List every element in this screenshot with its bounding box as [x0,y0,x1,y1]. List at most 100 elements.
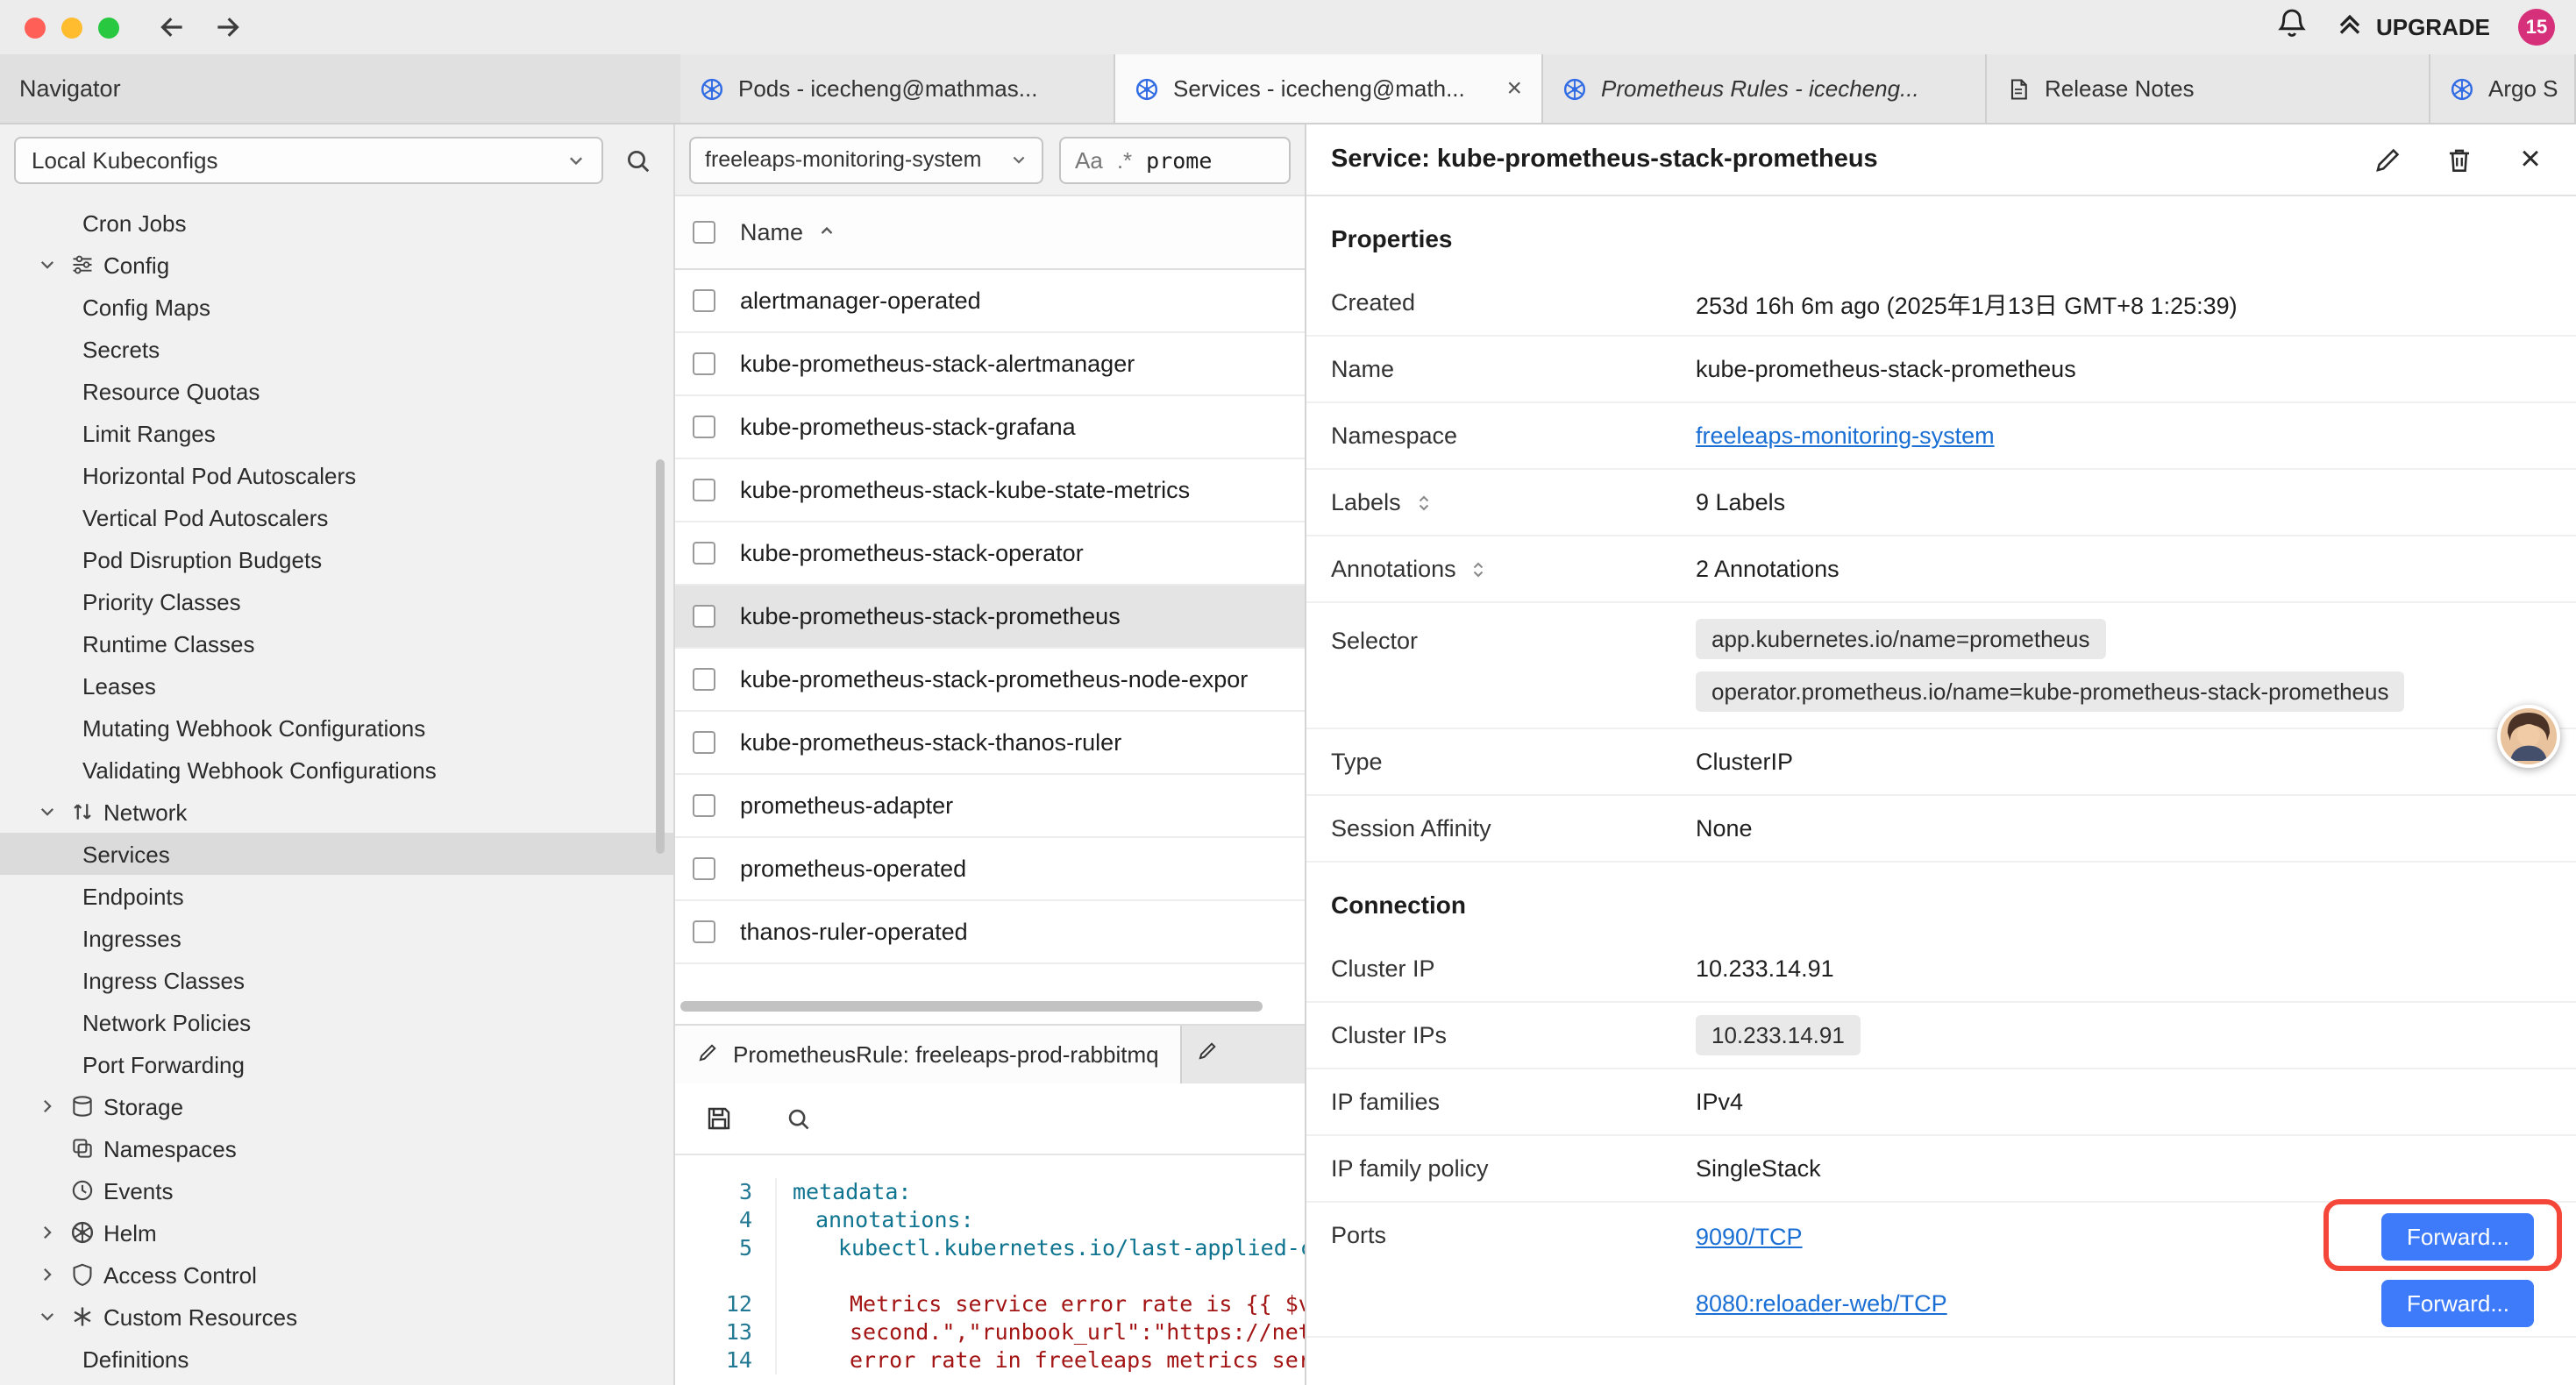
table-row[interactable]: kube-prometheus-stack-operator [675,522,1305,586]
row-checkbox[interactable] [693,289,715,312]
trash-icon[interactable] [2437,138,2480,181]
table-row[interactable]: kube-prometheus-stack-thanos-ruler [675,712,1305,775]
row-checkbox[interactable] [693,352,715,375]
tab-release-notes[interactable]: Release Notes [1987,54,2430,123]
port-link[interactable]: 8080:reloader-web/TCP [1696,1289,1947,1316]
minimize-window-button[interactable] [61,17,82,38]
sidebar-item-mutating-webhook-configurations[interactable]: Mutating Webhook Configurations [0,707,673,749]
table-row[interactable]: kube-prometheus-stack-alertmanager [675,333,1305,396]
sidebar-item-access-control[interactable]: Access Control [0,1254,673,1296]
sidebar-item-storage[interactable]: Storage [0,1085,673,1127]
save-icon[interactable] [698,1097,740,1140]
assistant-avatar[interactable] [2497,705,2560,768]
chevron-right-icon[interactable] [39,1266,70,1283]
bell-icon[interactable] [2276,7,2308,47]
chevron-down-icon[interactable] [39,1308,70,1325]
table-row[interactable]: kube-prometheus-stack-kube-state-metrics [675,459,1305,522]
sidebar-item-cron-jobs[interactable]: Cron Jobs [0,202,673,244]
sidebar-item-config[interactable]: Config [0,244,673,286]
sidebar-item-endpoints[interactable]: Endpoints [0,875,673,917]
row-checkbox[interactable] [693,857,715,880]
sort-icon[interactable] [1413,492,1434,513]
sort-icon[interactable] [1469,558,1490,579]
close-window-button[interactable] [25,17,46,38]
sidebar-item-priority-classes[interactable]: Priority Classes [0,580,673,622]
sidebar-scrollbar[interactable] [656,459,665,854]
match-case-toggle[interactable]: Aa [1075,146,1103,173]
resource-search-input[interactable]: Aa .* prome [1059,136,1291,183]
sidebar-item-leases[interactable]: Leases [0,664,673,707]
editor-tab-partial[interactable] [1182,1026,1233,1083]
table-row[interactable]: prometheus-adapter [675,775,1305,838]
sidebar-item-ingress-classes[interactable]: Ingress Classes [0,959,673,1001]
edit-icon[interactable] [2366,138,2408,181]
sidebar-item-definitions[interactable]: Definitions [0,1338,673,1380]
table-row[interactable]: kube-prometheus-stack-grafana [675,396,1305,459]
tab-services-icecheng-math[interactable]: Services - icecheng@math...× [1115,54,1543,123]
row-checkbox[interactable] [693,668,715,691]
regex-toggle[interactable]: .* [1117,146,1132,173]
sidebar-item-limit-ranges[interactable]: Limit Ranges [0,412,673,454]
helm-icon [70,1220,103,1245]
upgrade-button[interactable]: UPGRADE [2336,11,2490,44]
sidebar-item-services[interactable]: Services [0,833,673,875]
table-row[interactable]: kube-prometheus-stack-prometheus-node-ex… [675,649,1305,712]
chevron-down-icon[interactable] [39,256,70,273]
sidebar-item-horizontal-pod-autoscalers[interactable]: Horizontal Pod Autoscalers [0,454,673,496]
forward-icon[interactable] [212,12,242,42]
namespace-link[interactable]: freeleaps-monitoring-system [1696,423,1995,449]
port-link[interactable]: 9090/TCP [1696,1223,1803,1249]
row-checkbox[interactable] [693,794,715,817]
table-row[interactable]: thanos-ruler-operated [675,901,1305,964]
sidebar-item-label: Access Control [103,1261,257,1288]
sidebar-item-resource-quotas[interactable]: Resource Quotas [0,370,673,412]
horizontal-scrollbar[interactable] [680,1001,1263,1012]
editor-search-icon[interactable] [777,1097,819,1140]
chevron-right-icon[interactable] [39,1097,70,1115]
sidebar-item-runtime-classes[interactable]: Runtime Classes [0,622,673,664]
table-row[interactable]: prometheus-operated [675,838,1305,901]
chevron-right-icon[interactable] [39,1224,70,1241]
yaml-editor[interactable]: 3metadata:4annotations:5kubectl.kubernet… [675,1155,1305,1385]
sidebar-item-validating-webhook-configurations[interactable]: Validating Webhook Configurations [0,749,673,791]
sidebar-item-config-maps[interactable]: Config Maps [0,286,673,328]
tab-argo-s[interactable]: Argo S [2430,54,2576,123]
sidebar-item-namespaces[interactable]: Namespaces [0,1127,673,1169]
close-tab-icon[interactable]: × [1492,74,1522,103]
property-label-text: Type [1331,749,1383,775]
row-checkbox[interactable] [693,731,715,754]
row-checkbox[interactable] [693,416,715,438]
sidebar-item-events[interactable]: Events [0,1169,673,1211]
notification-badge[interactable]: 15 [2518,9,2555,46]
table-row[interactable]: kube-prometheus-stack-prometheus [675,586,1305,649]
namespace-filter[interactable]: freeleaps-monitoring-system [689,136,1043,183]
forward-button[interactable]: Forward... [2382,1279,2534,1326]
table-row[interactable]: alertmanager-operated [675,270,1305,333]
sidebar-item-network-policies[interactable]: Network Policies [0,1001,673,1043]
row-checkbox[interactable] [693,605,715,628]
editor-tab[interactable]: PrometheusRule: freeleaps-prod-rabbitmq [675,1026,1182,1083]
forward-button[interactable]: Forward... [2382,1212,2534,1260]
sidebar-item-vertical-pod-autoscalers[interactable]: Vertical Pod Autoscalers [0,496,673,538]
sidebar-item-secrets[interactable]: Secrets [0,328,673,370]
sidebar-item-pod-disruption-budgets[interactable]: Pod Disruption Budgets [0,538,673,580]
row-checkbox[interactable] [693,920,715,943]
back-icon[interactable] [158,12,188,42]
chevron-down-icon[interactable] [39,803,70,820]
row-checkbox[interactable] [693,542,715,565]
select-all-checkbox[interactable] [693,221,715,244]
sidebar-item-port-forwarding[interactable]: Port Forwarding [0,1043,673,1085]
row-checkbox[interactable] [693,479,715,501]
sidebar-item-custom-resources[interactable]: Custom Resources [0,1296,673,1338]
sidebar-item-ingresses[interactable]: Ingresses [0,917,673,959]
close-icon[interactable]: × [2509,138,2551,181]
maximize-window-button[interactable] [98,17,119,38]
kubeconfig-selector[interactable]: Local Kubeconfigs [14,137,603,184]
sidebar-search-icon[interactable] [617,139,659,181]
value-chip: app.kubernetes.io/name=prometheus [1696,619,2105,659]
sidebar-item-network[interactable]: Network [0,791,673,833]
tab-prometheus-rules-icecheng[interactable]: Prometheus Rules - icecheng... [1543,54,1987,123]
name-column-header[interactable]: Name [740,219,836,245]
sidebar-item-helm[interactable]: Helm [0,1211,673,1254]
tab-pods-icecheng-mathmas[interactable]: Pods - icecheng@mathmas... [680,54,1115,123]
